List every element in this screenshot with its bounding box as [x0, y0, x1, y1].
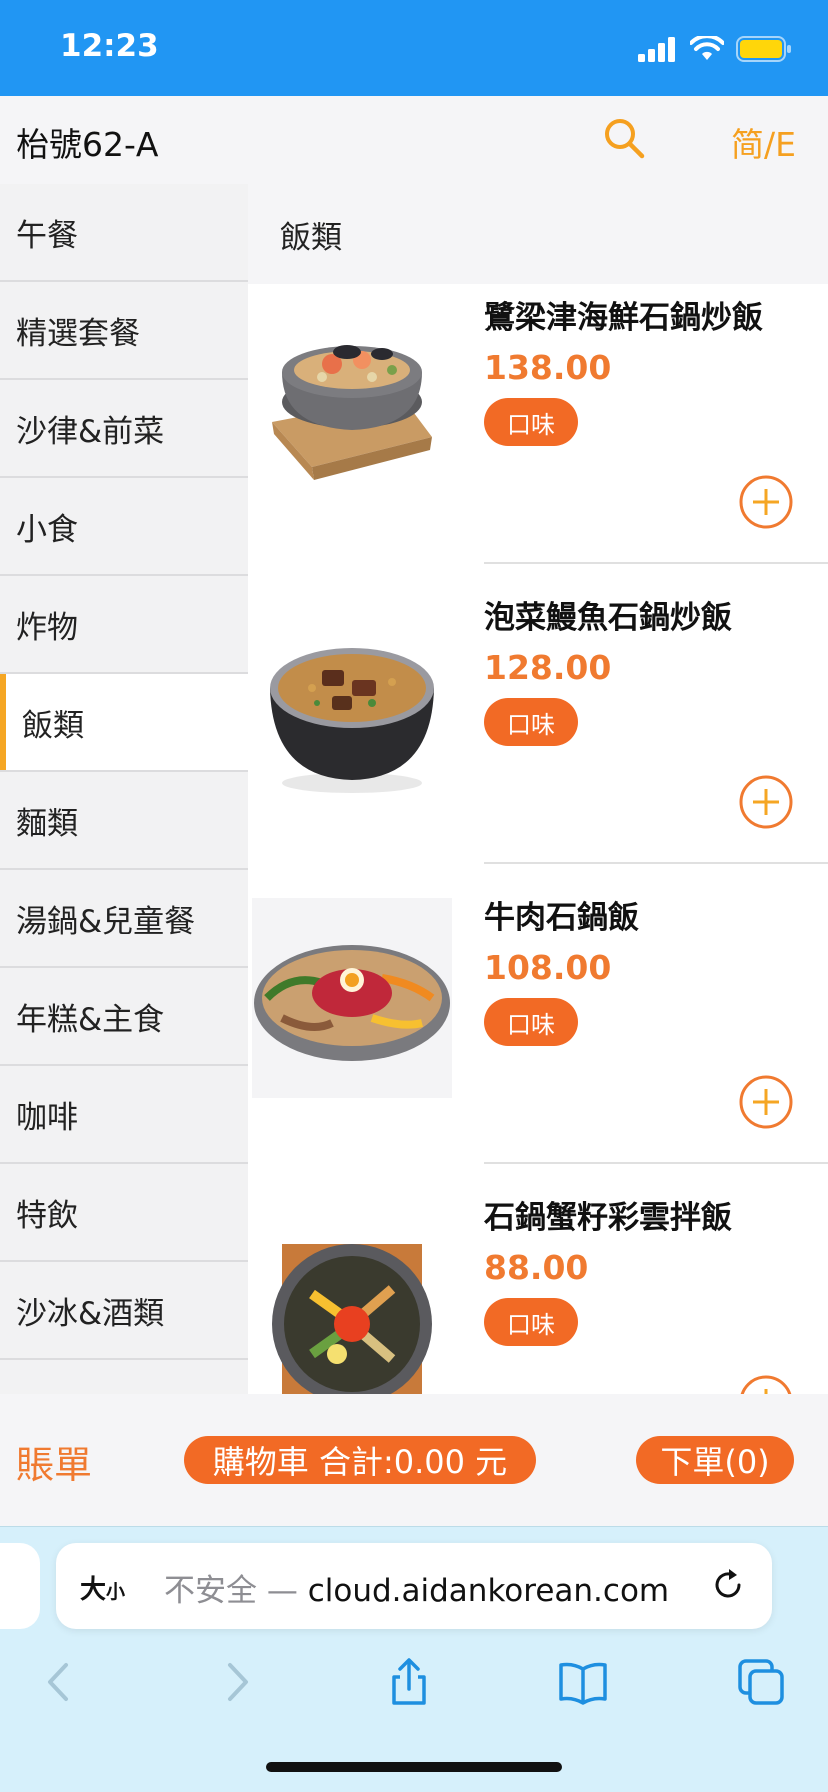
dish-item[interactable]: 鷺梁津海鮮石鍋炒飯 138.00 口味	[248, 284, 828, 584]
screen: 12:23 枱號62-A 简/E 午餐 精選套餐 沙律&前菜 小食 炸物 飯類 …	[0, 0, 828, 1792]
language-toggle-button[interactable]: 简/E	[731, 118, 796, 166]
dish-price: 108.00	[484, 948, 612, 987]
back-icon[interactable]	[34, 1657, 84, 1707]
sidebar-item-label: 沙律&前菜	[16, 413, 165, 450]
home-indicator	[266, 1762, 562, 1772]
text-size-label: 大	[80, 1575, 107, 1605]
status-bar: 12:23	[0, 0, 828, 96]
bill-button[interactable]: 賬單	[16, 1434, 92, 1489]
dish-separator	[484, 562, 828, 564]
dish-separator	[484, 862, 828, 864]
flavor-button[interactable]: 口味	[484, 398, 578, 446]
text-size-button[interactable]: 大小	[80, 1569, 125, 1606]
url-host: cloud.aidankorean.com	[307, 1573, 670, 1609]
flavor-button[interactable]: 口味	[484, 998, 578, 1046]
address-bar[interactable]: 大小 不安全 — cloud.aidankorean.com	[56, 1543, 772, 1629]
dish-price: 138.00	[484, 348, 612, 387]
sidebar-item-label: 湯鍋&兒童餐	[16, 903, 196, 940]
wifi-icon	[690, 36, 724, 60]
sidebar-item-label: 年糕&主食	[16, 1001, 165, 1038]
dish-name: 牛肉石鍋飯	[484, 900, 639, 936]
category-sidebar[interactable]: 午餐 精選套餐 沙律&前菜 小食 炸物 飯類 麵類 湯鍋&兒童餐 年糕&主食 咖…	[0, 184, 248, 1394]
sidebar-item-salad-appetizers[interactable]: 沙律&前菜	[0, 380, 248, 478]
dish-name: 石鍋蟹籽彩雲拌飯	[484, 1200, 732, 1236]
dish-item[interactable]: 牛肉石鍋飯 108.00 口味	[248, 884, 828, 1184]
cellular-signal-icon	[638, 37, 675, 62]
sidebar-item-lunch[interactable]: 午餐	[0, 184, 248, 282]
reload-icon[interactable]	[708, 1565, 748, 1605]
dish-price: 128.00	[484, 648, 612, 687]
bottom-bar: 賬單 購物車 合計:0.00 元 下單(0)	[0, 1394, 828, 1526]
dish-separator	[484, 1162, 828, 1164]
section-title: 飯類	[248, 184, 828, 284]
table-number-label: 枱號62-A	[16, 125, 159, 164]
sidebar-item-special-drinks[interactable]: 特飲	[0, 1164, 248, 1262]
bookmarks-icon[interactable]	[558, 1657, 608, 1707]
sidebar-item-label: 沙冰&酒類	[16, 1295, 165, 1332]
insecure-warning: 不安全 —	[164, 1573, 298, 1609]
add-to-cart-icon[interactable]	[738, 474, 794, 530]
sidebar-item-smoothies-alcohol[interactable]: 沙冰&酒類	[0, 1262, 248, 1360]
dish-item[interactable]: 泡菜鰻魚石鍋炒飯 128.00 口味	[248, 584, 828, 884]
dish-list[interactable]: 鷺梁津海鮮石鍋炒飯 138.00 口味 泡菜鰻魚石鍋炒飯 128.00 口味 牛…	[248, 284, 828, 1394]
sidebar-item-coffee[interactable]: 咖啡	[0, 1066, 248, 1164]
dish-price: 88.00	[484, 1248, 589, 1287]
url-display[interactable]: 不安全 — cloud.aidankorean.com	[164, 1565, 669, 1610]
flavor-button[interactable]: 口味	[484, 1298, 578, 1346]
flavor-button[interactable]: 口味	[484, 698, 578, 746]
forward-icon[interactable]	[212, 1657, 262, 1707]
sidebar-item-snacks[interactable]: 小食	[0, 478, 248, 576]
dish-image-beef-stone-pot-rice[interactable]	[252, 898, 452, 1098]
search-icon[interactable]	[602, 116, 646, 160]
status-time: 12:23	[60, 28, 159, 64]
sidebar-item-label: 精選套餐	[16, 315, 140, 352]
tabs-icon[interactable]	[736, 1657, 786, 1707]
add-to-cart-icon[interactable]	[738, 1074, 794, 1130]
sidebar-item-noodles[interactable]: 麵類	[0, 772, 248, 870]
text-size-small-label: 小	[106, 1581, 126, 1603]
place-order-button[interactable]: 下單(0)	[636, 1436, 794, 1484]
battery-icon	[736, 36, 791, 62]
sidebar-item-hotpot-kids[interactable]: 湯鍋&兒童餐	[0, 870, 248, 968]
sidebar-item-set-meals[interactable]: 精選套餐	[0, 282, 248, 380]
sidebar-item-fried[interactable]: 炸物	[0, 576, 248, 674]
sidebar-item-label: 炸物	[16, 609, 78, 646]
sidebar-item-label: 飯類	[22, 707, 84, 744]
sidebar-item-label: 小食	[16, 511, 78, 548]
add-to-cart-icon[interactable]	[738, 1374, 794, 1394]
dish-image-kimchi-eel-fried-rice[interactable]	[252, 608, 452, 808]
sidebar-item-label: 麵類	[16, 805, 78, 842]
status-icons	[638, 34, 792, 64]
sidebar-item-rice[interactable]: 飯類	[0, 674, 248, 772]
share-icon[interactable]	[384, 1657, 434, 1707]
add-to-cart-icon[interactable]	[738, 774, 794, 830]
sidebar-item-ricecake-staples[interactable]: 年糕&主食	[0, 968, 248, 1066]
previous-tab-preview[interactable]	[0, 1543, 40, 1629]
app-header: 枱號62-A 简/E	[0, 96, 828, 184]
sidebar-item-label: 特飲	[16, 1197, 78, 1234]
sidebar-item-label: 咖啡	[16, 1099, 78, 1136]
sidebar-item-desserts[interactable]: 甜品	[0, 1360, 248, 1394]
dish-name: 鷺梁津海鮮石鍋炒飯	[484, 300, 763, 336]
dish-image-crab-roe-bibimbap[interactable]	[252, 1224, 452, 1394]
cart-total-button[interactable]: 購物車 合計:0.00 元	[184, 1436, 536, 1484]
browser-chrome: 大小 不安全 — cloud.aidankorean.com	[0, 1526, 828, 1792]
sidebar-item-label: 午餐	[16, 217, 78, 254]
dish-name: 泡菜鰻魚石鍋炒飯	[484, 600, 732, 636]
dish-item[interactable]: 石鍋蟹籽彩雲拌飯 88.00 口味	[248, 1184, 828, 1394]
dish-image-seafood-fried-rice[interactable]	[252, 302, 452, 502]
